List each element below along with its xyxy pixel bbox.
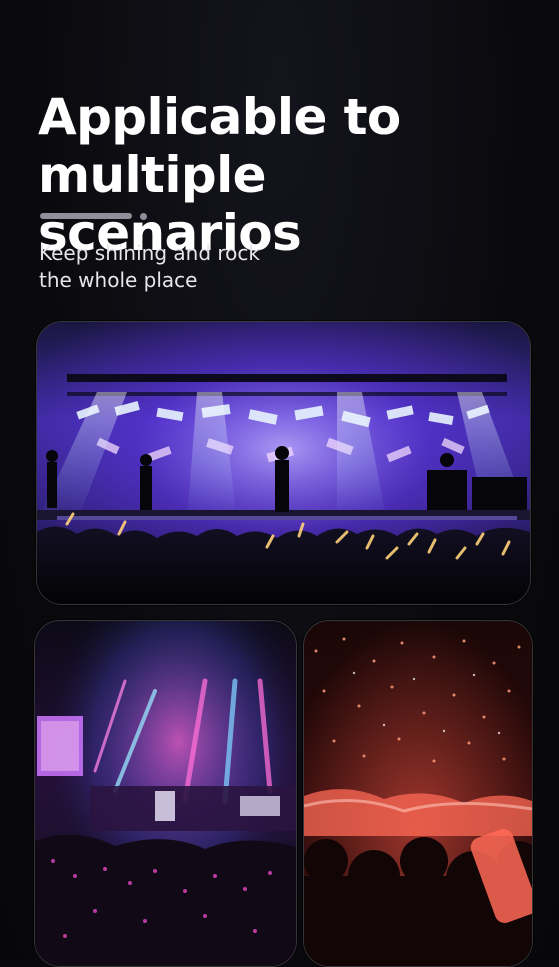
indicator-dot bbox=[140, 212, 147, 220]
crowd-lightsticks-image bbox=[304, 621, 532, 966]
concert-stage-photo bbox=[36, 321, 531, 605]
headline-line-1: Applicable to bbox=[38, 88, 401, 146]
arena-concert-photo bbox=[34, 620, 297, 967]
subtitle-line-2: the whole place bbox=[39, 268, 198, 292]
subtitle: Keep shining and rock the whole place bbox=[39, 240, 359, 294]
headline: Applicable to multiple scenarios bbox=[38, 88, 538, 262]
page-indicator bbox=[40, 211, 147, 221]
crowd-lightsticks-photo bbox=[303, 620, 533, 967]
arena-concert-image bbox=[35, 621, 296, 966]
promo-page: Applicable to multiple scenarios Keep sh… bbox=[0, 0, 559, 967]
subtitle-line-1: Keep shining and rock bbox=[39, 241, 260, 265]
indicator-active-bar bbox=[40, 213, 132, 219]
concert-stage-image bbox=[37, 322, 530, 604]
